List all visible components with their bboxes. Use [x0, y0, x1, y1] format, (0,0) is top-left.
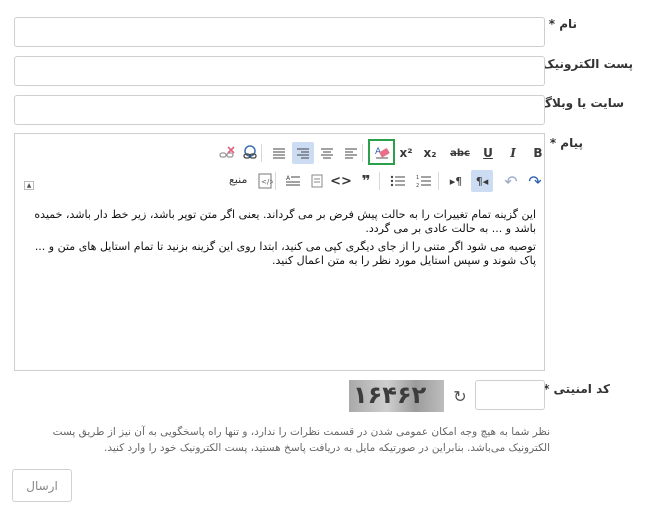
redo-button[interactable]: ↷ [524, 170, 546, 192]
svg-text:A: A [286, 175, 291, 182]
website-label: سایت یا وبلاگ [539, 96, 624, 110]
toolbar-separator [438, 172, 439, 190]
undo-button[interactable]: ↶ [500, 170, 522, 192]
source-code-icon: </> [258, 173, 273, 189]
editor-paragraph: این گزینه تمام تغییرات را به حالت پیش فر… [34, 208, 536, 235]
svg-text:2: 2 [416, 183, 419, 188]
link-button[interactable] [239, 142, 261, 164]
editor-toolbar: B I U abc x₂ x² A ↷ ↶ ¶◂ ▸¶ 1 2 ❞ <> A <… [15, 134, 544, 198]
unlink-button[interactable] [216, 142, 238, 164]
subscript-button[interactable]: x₂ [419, 142, 441, 164]
svg-text:</>: </> [261, 178, 273, 186]
name-field[interactable] [14, 17, 545, 47]
paragraph-format-icon: A [286, 175, 300, 186]
message-label: پیام * [549, 136, 583, 150]
bulleted-list-button[interactable] [387, 170, 409, 192]
eraser-icon: A [375, 147, 389, 159]
email-field[interactable] [14, 56, 545, 86]
bold-label: B [533, 146, 543, 160]
source-icon-button[interactable]: </> [254, 170, 276, 192]
justify-button[interactable] [268, 142, 290, 164]
unlink-icon [219, 146, 235, 158]
captcha-input[interactable] [475, 380, 545, 410]
code-button[interactable]: <> [330, 170, 352, 192]
privacy-note: نظر شما به هیچ وجه امکان عمومی شدن در قس… [52, 426, 550, 454]
captcha-text: ۱۶۴۶۲ [353, 381, 427, 409]
submit-label: ارسال [26, 478, 58, 493]
insert-snippet-button[interactable] [306, 170, 328, 192]
refresh-captcha-icon[interactable]: ↻ [451, 387, 469, 406]
ltr-label: ▸¶ [449, 174, 463, 188]
rtl-label: ¶◂ [475, 174, 489, 188]
align-left-button[interactable] [340, 142, 362, 164]
bold-button[interactable]: B [527, 142, 549, 164]
blockquote-button[interactable]: ❞ [355, 170, 377, 192]
toolbar-separator [362, 144, 363, 162]
svg-text:1: 1 [416, 175, 419, 181]
submit-button[interactable]: ارسال [12, 469, 72, 502]
email-label: پست الکترونیک [542, 57, 633, 71]
numbered-list-button[interactable]: 12 [413, 170, 435, 192]
website-field[interactable] [14, 95, 545, 125]
message-editor[interactable]: B I U abc x₂ x² A ↷ ↶ ¶◂ ▸¶ 1 2 ❞ <> A <… [14, 133, 545, 371]
underline-button[interactable]: U [477, 142, 499, 164]
bulleted-list-icon [390, 175, 405, 187]
text-direction-rtl-button[interactable]: ¶◂ [471, 170, 493, 192]
italic-label: I [510, 146, 516, 160]
editor-paragraph: توصیه می شود اگر متنی را از جای دیگری کپ… [34, 240, 536, 267]
paragraph-format-button[interactable]: A [282, 170, 304, 192]
italic-button[interactable]: I [502, 142, 524, 164]
numbered-list-icon: 12 [416, 175, 431, 188]
align-right-icon [297, 148, 309, 159]
source-label: منبع [229, 173, 248, 186]
toolbar-separator [261, 144, 262, 162]
remove-format-button[interactable]: A [368, 139, 395, 165]
strike-label: abc [450, 147, 470, 159]
subscript-label: x₂ [423, 146, 437, 160]
captcha-label: کد امنیتی * [543, 382, 610, 396]
name-label: نام * [548, 17, 577, 31]
toolbar-separator [379, 172, 380, 190]
underline-label: U [483, 146, 493, 160]
editor-content[interactable]: این گزینه تمام تغییرات را به حالت پیش فر… [23, 208, 536, 272]
collapse-toolbar-button[interactable]: ▲ [24, 181, 34, 190]
align-center-button[interactable] [316, 142, 338, 164]
text-direction-ltr-button[interactable]: ▸¶ [445, 170, 467, 192]
align-left-icon [345, 148, 357, 159]
source-button[interactable]: منبع [229, 173, 247, 186]
captcha-image: ۱۶۴۶۲ [349, 380, 444, 412]
align-right-button[interactable] [292, 142, 314, 164]
superscript-label: x² [399, 146, 413, 160]
align-center-icon [321, 148, 333, 159]
justify-icon [273, 148, 285, 159]
link-icon [243, 145, 257, 159]
strikethrough-button[interactable]: abc [449, 142, 471, 164]
superscript-button[interactable]: x² [395, 142, 417, 164]
document-icon [311, 174, 323, 188]
